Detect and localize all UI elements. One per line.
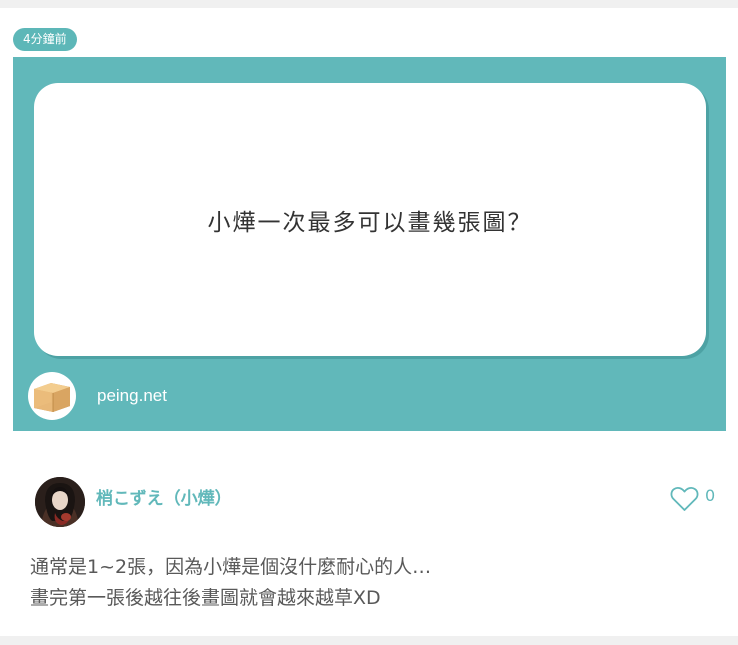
question-box: 小燁一次最多可以畫幾張圖？ [34, 83, 706, 356]
answer-line: 畫完第一張後越往後畫圖就會越來越草XD [30, 587, 381, 609]
answer-card: 4分鐘前 小燁一次最多可以畫幾張圖？ peing.net 梢こずえ（小燁） 0 … [0, 8, 738, 636]
answer-line: 通常是1~2張，因為小燁是個沒什麼耐心的人… [30, 556, 432, 578]
heart-outline-icon [670, 487, 699, 511]
time-ago-badge: 4分鐘前 [13, 28, 77, 51]
author-avatar[interactable] [35, 477, 85, 527]
cardboard-box-icon [28, 372, 76, 420]
question-image[interactable]: 小燁一次最多可以畫幾張圖？ peing.net [13, 57, 726, 431]
site-name: peing.net [97, 386, 167, 405]
like-count: 0 [705, 486, 716, 505]
answer-text: 通常是1~2張，因為小燁是個沒什麼耐心的人… 畫完第一張後越往後畫圖就會越來越草… [30, 552, 720, 614]
question-text: 小燁一次最多可以畫幾張圖？ [207, 209, 533, 236]
author-name[interactable]: 梢こずえ（小燁） [96, 488, 232, 510]
like-button[interactable]: 0 [670, 485, 715, 513]
